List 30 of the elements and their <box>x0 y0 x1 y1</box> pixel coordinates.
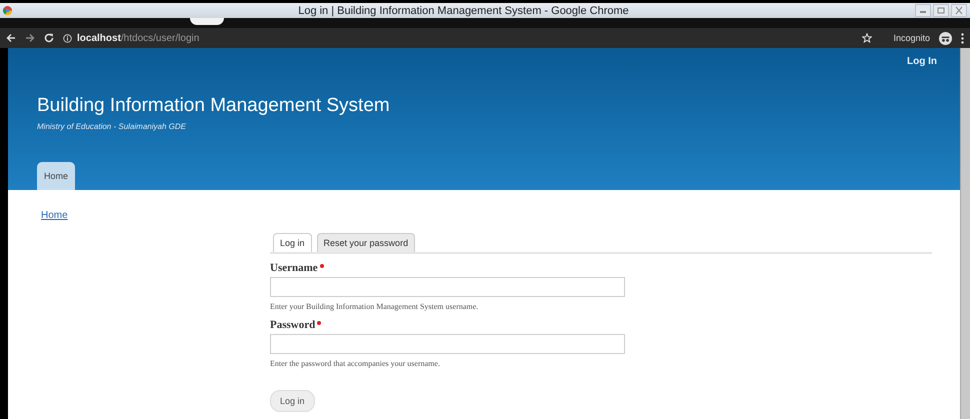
minimize-button[interactable] <box>915 4 931 17</box>
incognito-icon[interactable] <box>939 32 952 44</box>
input-field[interactable] <box>270 334 625 354</box>
browser-logo-icon <box>3 6 12 15</box>
login-link[interactable]: Log In <box>907 56 937 68</box>
incognito-label: Incognito <box>893 33 930 43</box>
info-icon[interactable] <box>63 34 72 42</box>
field-label: Password <box>270 319 316 331</box>
field-label: Username <box>270 262 318 274</box>
maximize-button[interactable] <box>933 4 949 17</box>
field-description: Enter the password that accompanies your username. <box>270 359 440 368</box>
browser-tab[interactable] <box>190 18 224 25</box>
site-name[interactable]: Building Information Management System <box>37 95 960 117</box>
menu-icon[interactable] <box>961 32 964 44</box>
address-bar[interactable]: localhost/htdocs/user/login <box>63 29 854 47</box>
scrollbar[interactable] <box>960 48 970 419</box>
bookmark-star-icon[interactable] <box>862 33 872 43</box>
login-button[interactable]: Log in <box>270 390 315 412</box>
reload-icon[interactable] <box>44 33 54 43</box>
breadcrumb-link[interactable]: Home <box>41 210 68 221</box>
nav-tab[interactable]: Home <box>37 162 76 190</box>
field-description: Enter your Building Information Management System username. <box>270 302 478 311</box>
form-tab[interactable]: Log in <box>273 233 312 252</box>
window-title: Log in | Building Information Management System - Google Chrome <box>297 4 630 16</box>
form-tab[interactable]: Reset your password <box>316 233 416 252</box>
forward-icon[interactable] <box>25 33 35 43</box>
input-field[interactable] <box>270 277 625 297</box>
close-button[interactable] <box>951 4 967 17</box>
site-slogan: Ministry of Education - Sulaimaniyah GDE <box>37 122 187 131</box>
back-icon[interactable] <box>6 33 16 43</box>
